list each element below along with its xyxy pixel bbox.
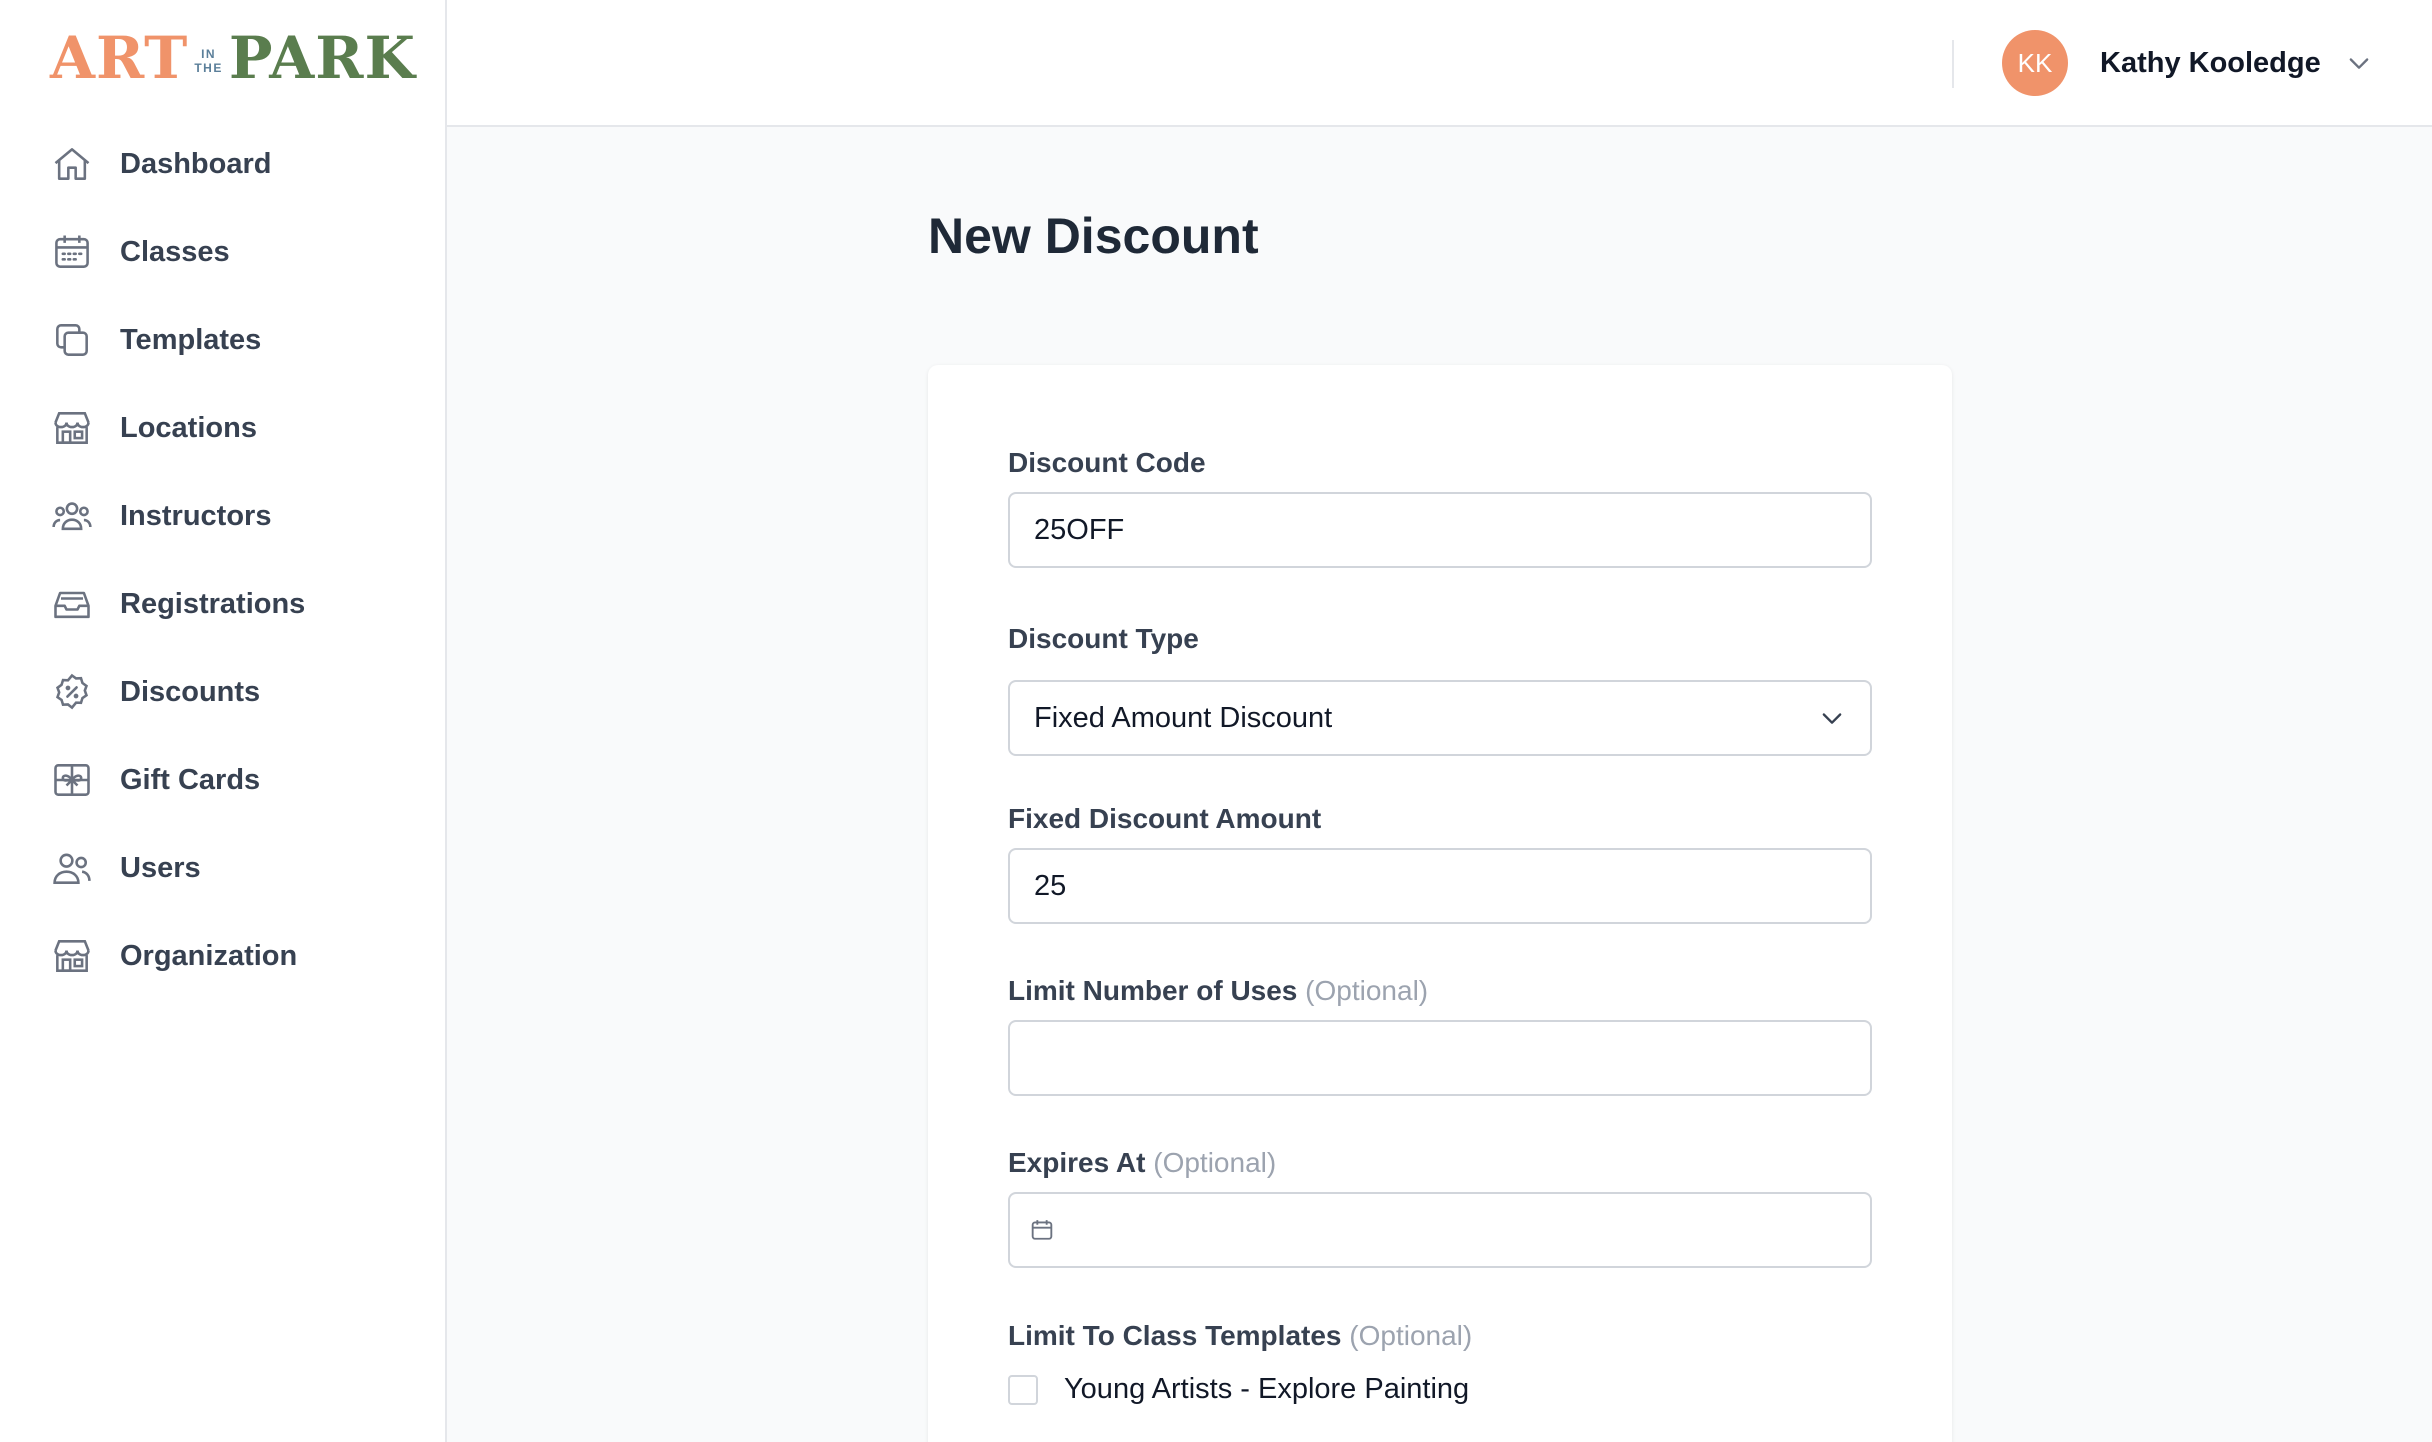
sidebar-item-users[interactable]: Users bbox=[0, 824, 445, 912]
logo-word-in: IN bbox=[201, 47, 217, 61]
sidebar-item-label: Gift Cards bbox=[120, 763, 261, 796]
page-title: New Discount bbox=[928, 208, 1259, 264]
expires-at-label-text: Expires At bbox=[1008, 1147, 1146, 1178]
expires-at-label: Expires At (Optional) bbox=[1008, 1147, 1276, 1179]
sidebar-item-label: Instructors bbox=[120, 499, 272, 532]
logo-word-art: ART bbox=[50, 24, 189, 92]
sidebar-item-gift-cards[interactable]: Gift Cards bbox=[0, 736, 445, 824]
storefront-icon bbox=[50, 406, 94, 450]
inbox-stack-icon bbox=[50, 582, 94, 626]
avatar: KK bbox=[2002, 30, 2068, 96]
discount-type-label: Discount Type bbox=[1008, 623, 1199, 655]
sidebar-item-label: Registrations bbox=[120, 587, 306, 620]
sidebar-item-instructors[interactable]: Instructors bbox=[0, 472, 445, 560]
expires-at-date-input[interactable] bbox=[1008, 1192, 1872, 1268]
logo-word-in-the: IN THE bbox=[194, 41, 223, 75]
sidebar-item-label: Classes bbox=[120, 235, 230, 268]
optional-hint: (Optional) bbox=[1349, 1320, 1473, 1351]
template-option-label: Young Artists - Explore Painting bbox=[1064, 1373, 1470, 1405]
sidebar-item-organization[interactable]: Organization bbox=[0, 912, 445, 1000]
copy-icon bbox=[50, 318, 94, 362]
discount-type-select[interactable]: Fixed Amount Discount bbox=[1008, 680, 1872, 756]
discount-type-label-text: Discount Type bbox=[1008, 623, 1199, 654]
logo-word-the: THE bbox=[194, 61, 223, 75]
chevron-down-icon bbox=[2345, 49, 2373, 77]
limit-templates-label-text: Limit To Class Templates bbox=[1008, 1320, 1342, 1351]
user-name: Kathy Kooledge bbox=[2100, 46, 2321, 79]
app-root: ART IN THE PARK Dashboard Classes Templa… bbox=[0, 0, 2432, 1442]
brand-logo[interactable]: ART IN THE PARK bbox=[50, 24, 416, 92]
user-group-icon bbox=[50, 494, 94, 538]
user-menu-button[interactable]: KK Kathy Kooledge bbox=[2002, 30, 2373, 96]
sidebar-item-registrations[interactable]: Registrations bbox=[0, 560, 445, 648]
discount-code-label: Discount Code bbox=[1008, 447, 1206, 479]
sidebar: ART IN THE PARK Dashboard Classes Templa… bbox=[0, 0, 447, 1442]
template-option-row[interactable]: Young Artists - Explore Painting bbox=[1008, 1373, 1469, 1406]
sidebar-item-classes[interactable]: Classes bbox=[0, 208, 445, 296]
building-storefront-icon bbox=[50, 934, 94, 978]
discount-form-card: Discount Code 25OFF Discount Type Fixed … bbox=[928, 365, 1952, 1442]
sidebar-item-label: Templates bbox=[120, 323, 262, 356]
sidebar-item-templates[interactable]: Templates bbox=[0, 296, 445, 384]
percent-badge-icon bbox=[50, 670, 94, 714]
home-icon bbox=[50, 142, 94, 186]
sidebar-item-dashboard[interactable]: Dashboard bbox=[0, 120, 445, 208]
limit-uses-label-text: Limit Number of Uses bbox=[1008, 975, 1298, 1006]
calendar-icon bbox=[1028, 1216, 1056, 1244]
fixed-amount-value: 25 bbox=[1034, 869, 1067, 902]
sidebar-item-locations[interactable]: Locations bbox=[0, 384, 445, 472]
sidebar-item-label: Locations bbox=[120, 411, 257, 444]
sidebar-item-label: Users bbox=[120, 851, 201, 884]
optional-hint: (Optional) bbox=[1305, 975, 1429, 1006]
sidebar-item-label: Dashboard bbox=[120, 147, 272, 180]
limit-templates-label: Limit To Class Templates (Optional) bbox=[1008, 1320, 1472, 1352]
gift-icon bbox=[50, 758, 94, 802]
optional-hint: (Optional) bbox=[1153, 1147, 1277, 1178]
sidebar-item-discounts[interactable]: Discounts bbox=[0, 648, 445, 736]
discount-code-value: 25OFF bbox=[1034, 513, 1125, 546]
calendar-icon bbox=[50, 230, 94, 274]
sidebar-item-label: Organization bbox=[120, 939, 298, 972]
discount-code-label-text: Discount Code bbox=[1008, 447, 1206, 478]
chevron-down-icon bbox=[1818, 704, 1846, 732]
logo-word-park: PARK bbox=[228, 24, 416, 92]
limit-uses-input[interactable] bbox=[1008, 1020, 1872, 1096]
sidebar-item-label: Discounts bbox=[120, 675, 261, 708]
users-icon bbox=[50, 846, 94, 890]
header-divider bbox=[1952, 40, 1954, 88]
fixed-amount-label: Fixed Discount Amount bbox=[1008, 803, 1321, 835]
sidebar-nav: Dashboard Classes Templates Locations In… bbox=[0, 120, 445, 1000]
discount-type-value: Fixed Amount Discount bbox=[1034, 701, 1333, 734]
top-header: KK Kathy Kooledge bbox=[447, 0, 2432, 127]
fixed-amount-label-text: Fixed Discount Amount bbox=[1008, 803, 1322, 834]
limit-uses-label: Limit Number of Uses (Optional) bbox=[1008, 975, 1428, 1007]
discount-code-input[interactable]: 25OFF bbox=[1008, 492, 1872, 568]
fixed-amount-input[interactable]: 25 bbox=[1008, 848, 1872, 924]
template-checkbox[interactable] bbox=[1008, 1374, 1038, 1405]
